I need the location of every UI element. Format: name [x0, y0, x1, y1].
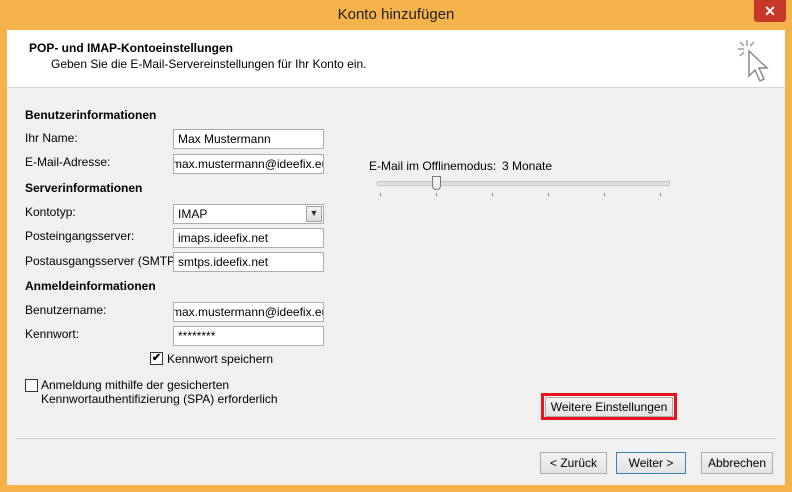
- offline-mode-value: 3 Monate: [502, 159, 553, 173]
- slider-tick: [492, 193, 493, 196]
- offline-slider-thumb[interactable]: [432, 176, 441, 190]
- account-type-value: IMAP: [178, 207, 208, 221]
- account-type-select[interactable]: IMAP ▼: [173, 204, 324, 224]
- dialog-window: Konto hinzufügen ✕ POP- und IMAP-Kontoei…: [0, 0, 792, 492]
- spa-label-line2[interactable]: Kennwortauthentifizierung (SPA) erforder…: [41, 392, 278, 406]
- incoming-server-label: Posteingangsserver:: [25, 229, 135, 243]
- wizard-header: POP- und IMAP-Kontoeinstellungen Geben S…: [7, 30, 785, 88]
- next-button[interactable]: Weiter >: [616, 452, 686, 474]
- username-label: Benutzername:: [25, 303, 107, 317]
- password-field[interactable]: ********: [173, 326, 324, 346]
- spa-checkbox[interactable]: [25, 379, 38, 392]
- slider-tick: [660, 193, 661, 196]
- annotation-highlight-box: [541, 393, 677, 420]
- offline-mode-label: E-Mail im Offlinemodus:: [369, 159, 497, 173]
- incoming-server-field[interactable]: imaps.ideefix.net: [173, 228, 324, 248]
- dialog-client-area: POP- und IMAP-Kontoeinstellungen Geben S…: [7, 30, 785, 485]
- remember-password-label[interactable]: Kennwort speichern: [167, 352, 273, 366]
- login-info-heading: Anmeldeinformationen: [25, 279, 156, 293]
- footer-divider: [16, 438, 776, 439]
- slider-tick: [548, 193, 549, 196]
- email-label: E-Mail-Adresse:: [25, 155, 111, 169]
- username-field[interactable]: max.mustermann@ideefix.eu: [173, 302, 324, 322]
- wizard-cursor-icon: [738, 40, 769, 83]
- outgoing-server-field[interactable]: smtps.ideefix.net: [173, 252, 324, 272]
- close-icon: ✕: [764, 3, 776, 19]
- slider-tick: [380, 193, 381, 196]
- spa-label-line1[interactable]: Anmeldung mithilfe der gesicherten: [41, 378, 229, 392]
- name-label: Ihr Name:: [25, 131, 78, 145]
- checkmark-icon: ✔: [151, 352, 162, 364]
- remember-password-checkbox[interactable]: ✔: [150, 352, 163, 365]
- chevron-down-icon[interactable]: ▼: [306, 206, 322, 222]
- user-info-heading: Benutzerinformationen: [25, 108, 157, 122]
- close-button[interactable]: ✕: [754, 0, 786, 22]
- slider-tick: [604, 193, 605, 196]
- email-field[interactable]: max.mustermann@ideefix.eu: [173, 154, 324, 174]
- cancel-button[interactable]: Abbrechen: [701, 452, 773, 474]
- password-label: Kennwort:: [25, 327, 80, 341]
- window-title: Konto hinzufügen: [337, 6, 455, 23]
- slider-tick: [436, 193, 437, 196]
- title-bar[interactable]: Konto hinzufügen ✕: [0, 0, 792, 30]
- page-subtitle: Geben Sie die E-Mail-Servereinstellungen…: [51, 57, 367, 71]
- offline-slider-track[interactable]: [377, 181, 670, 186]
- name-field[interactable]: Max Mustermann: [173, 129, 324, 149]
- outgoing-server-label: Postausgangsserver (SMTP):: [25, 254, 183, 268]
- back-button[interactable]: < Zurück: [540, 452, 607, 474]
- page-title: POP- und IMAP-Kontoeinstellungen: [29, 41, 233, 55]
- server-info-heading: Serverinformationen: [25, 181, 143, 195]
- account-type-label: Kontotyp:: [25, 205, 76, 219]
